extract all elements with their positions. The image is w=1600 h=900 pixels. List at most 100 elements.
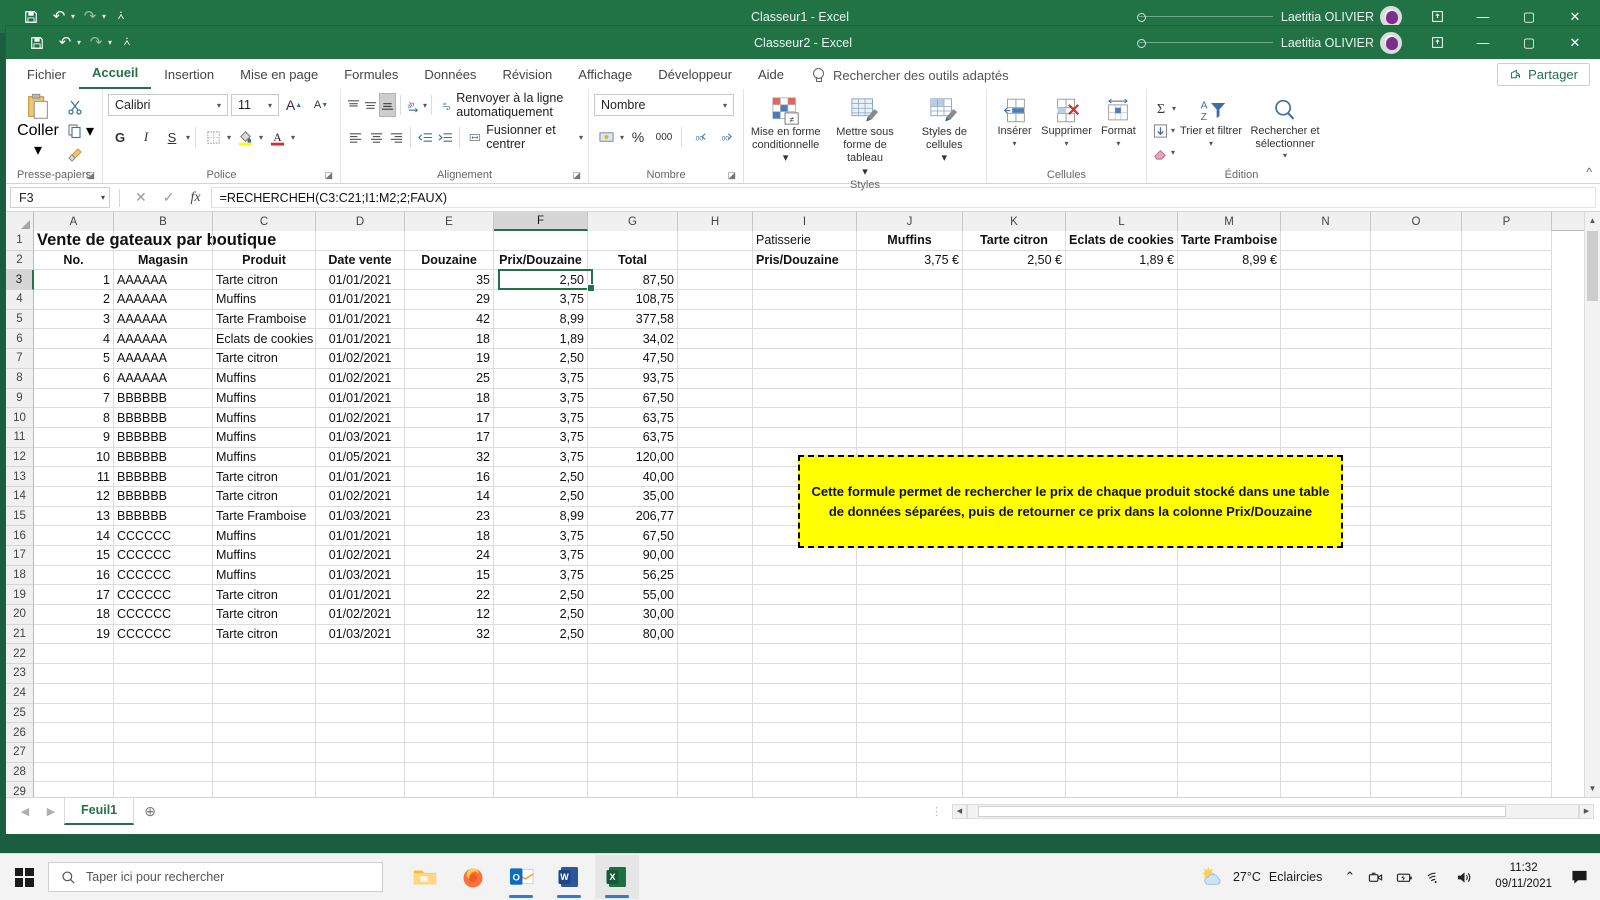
cell-A[interactable]: 5	[34, 349, 114, 369]
copy-chevron-down-icon[interactable]: ▾	[86, 121, 94, 141]
save-icon[interactable]	[18, 5, 44, 29]
cell-P[interactable]	[1462, 625, 1552, 645]
undo-icon[interactable]: ↶	[52, 31, 78, 55]
cell-A[interactable]: 8	[34, 408, 114, 428]
cell-K[interactable]: Tarte citron	[963, 231, 1066, 251]
cell-K[interactable]	[963, 329, 1066, 349]
cell-D[interactable]: 01/01/2021	[316, 329, 405, 349]
cell-P[interactable]	[1462, 723, 1552, 743]
cell-J[interactable]	[857, 349, 963, 369]
cell-D[interactable]: 01/01/2021	[316, 270, 405, 290]
cell-I[interactable]	[753, 664, 857, 684]
cell-O[interactable]	[1371, 585, 1462, 605]
cell-C[interactable]: Muffins	[213, 566, 316, 586]
cell-O[interactable]	[1371, 684, 1462, 704]
cell-O[interactable]	[1371, 251, 1462, 271]
cell-N[interactable]	[1281, 428, 1371, 448]
cell-J[interactable]	[857, 704, 963, 724]
bold-button[interactable]: G	[108, 125, 132, 149]
cell-C[interactable]: Tarte citron	[213, 349, 316, 369]
cell-H[interactable]	[678, 408, 753, 428]
cell-J[interactable]	[857, 369, 963, 389]
cell-E[interactable]	[405, 704, 494, 724]
cell-M[interactable]	[1178, 546, 1281, 566]
row-header-15[interactable]: 15	[6, 507, 34, 527]
row-header-14[interactable]: 14	[6, 487, 34, 507]
format-painter-button[interactable]	[67, 144, 94, 165]
tell-me-search[interactable]: Rechercher des outils adaptés	[797, 68, 1009, 89]
delete-cells-button[interactable]: Supprimer ▾	[1041, 94, 1092, 148]
sheet-tab-feuil1[interactable]: Feuil1	[64, 798, 134, 825]
cell-A[interactable]	[34, 723, 114, 743]
font-name-combo[interactable]: Calibri ▾	[108, 94, 228, 116]
find-select-button[interactable]: Rechercher et sélectionner ▾	[1246, 94, 1324, 160]
cell-A[interactable]	[34, 704, 114, 724]
italic-button[interactable]: I	[134, 125, 158, 149]
cell-B[interactable]: AAAAAA	[114, 369, 213, 389]
cell-M[interactable]	[1178, 310, 1281, 330]
cell-G[interactable]: 87,50	[588, 270, 678, 290]
cell-D[interactable]: 01/01/2021	[316, 467, 405, 487]
cell-J[interactable]	[857, 743, 963, 763]
cell-P[interactable]	[1462, 546, 1552, 566]
cell-J[interactable]	[857, 644, 963, 664]
cell-B[interactable]: BBBBBB	[114, 487, 213, 507]
cell-H[interactable]	[678, 605, 753, 625]
cell-K[interactable]	[963, 743, 1066, 763]
cell-L[interactable]	[1066, 329, 1178, 349]
cell-O[interactable]	[1371, 349, 1462, 369]
cell-H[interactable]	[678, 270, 753, 290]
redo-icon[interactable]: ↷	[83, 31, 109, 55]
cell-G[interactable]: 63,75	[588, 428, 678, 448]
cell-G[interactable]: 47,50	[588, 349, 678, 369]
cell-C[interactable]: Muffins	[213, 428, 316, 448]
name-box[interactable]: F3 ▾	[10, 187, 110, 208]
row-header-3[interactable]: 3	[6, 270, 34, 290]
tab-insertion[interactable]: Insertion	[151, 63, 227, 89]
cell-H[interactable]	[678, 231, 753, 251]
cell-I[interactable]	[753, 566, 857, 586]
cell-L[interactable]	[1066, 270, 1178, 290]
accounting-format-icon[interactable]	[594, 125, 618, 149]
cell-B[interactable]: BBBBBB	[114, 448, 213, 468]
cell-G[interactable]: 67,50	[588, 389, 678, 409]
taskbar-outlook[interactable]: O	[499, 855, 543, 899]
increase-indent-icon[interactable]	[435, 125, 454, 149]
cell-K[interactable]	[963, 585, 1066, 605]
cell-I[interactable]	[753, 270, 857, 290]
cell-I[interactable]: Patisserie	[753, 231, 857, 251]
ink-slider[interactable]	[1131, 26, 1281, 59]
cell-N[interactable]	[1281, 763, 1371, 783]
cell-F[interactable]: 2,50	[494, 349, 588, 369]
borders-icon[interactable]	[201, 125, 225, 149]
cell-J[interactable]	[857, 664, 963, 684]
cell-D[interactable]: 01/03/2021	[316, 507, 405, 527]
cell-G[interactable]	[588, 743, 678, 763]
cell-B[interactable]: BBBBBB	[114, 428, 213, 448]
split-handle[interactable]: ⋮	[923, 805, 952, 818]
cell-B[interactable]: AAAAAA	[114, 329, 213, 349]
cell-A[interactable]: 4	[34, 329, 114, 349]
cell-C[interactable]: Muffins	[213, 546, 316, 566]
cell-P[interactable]	[1462, 349, 1552, 369]
cell-I[interactable]	[753, 684, 857, 704]
cell-H[interactable]	[678, 428, 753, 448]
number-format-chevron-down-icon[interactable]: ▾	[719, 101, 731, 110]
annotation-textbox[interactable]: Cette formule permet de rechercher le pr…	[798, 455, 1343, 548]
cell-H[interactable]	[678, 467, 753, 487]
cell-P[interactable]	[1462, 704, 1552, 724]
cell-G[interactable]	[588, 723, 678, 743]
column-header-l[interactable]: L	[1066, 212, 1178, 231]
cell-J[interactable]	[857, 585, 963, 605]
cell-F[interactable]: 2,50	[494, 467, 588, 487]
cell-I[interactable]	[753, 782, 857, 797]
column-header-h[interactable]: H	[678, 212, 753, 231]
cell-O[interactable]	[1371, 723, 1462, 743]
scroll-down-icon[interactable]: ▼	[1585, 780, 1600, 797]
fill-chevron-down-icon[interactable]: ▾	[1171, 126, 1175, 135]
cell-N[interactable]	[1281, 782, 1371, 797]
cell-H[interactable]	[678, 507, 753, 527]
cut-button[interactable]	[67, 96, 94, 117]
cell-F[interactable]: 3,75	[494, 389, 588, 409]
cell-B[interactable]: BBBBBB	[114, 507, 213, 527]
